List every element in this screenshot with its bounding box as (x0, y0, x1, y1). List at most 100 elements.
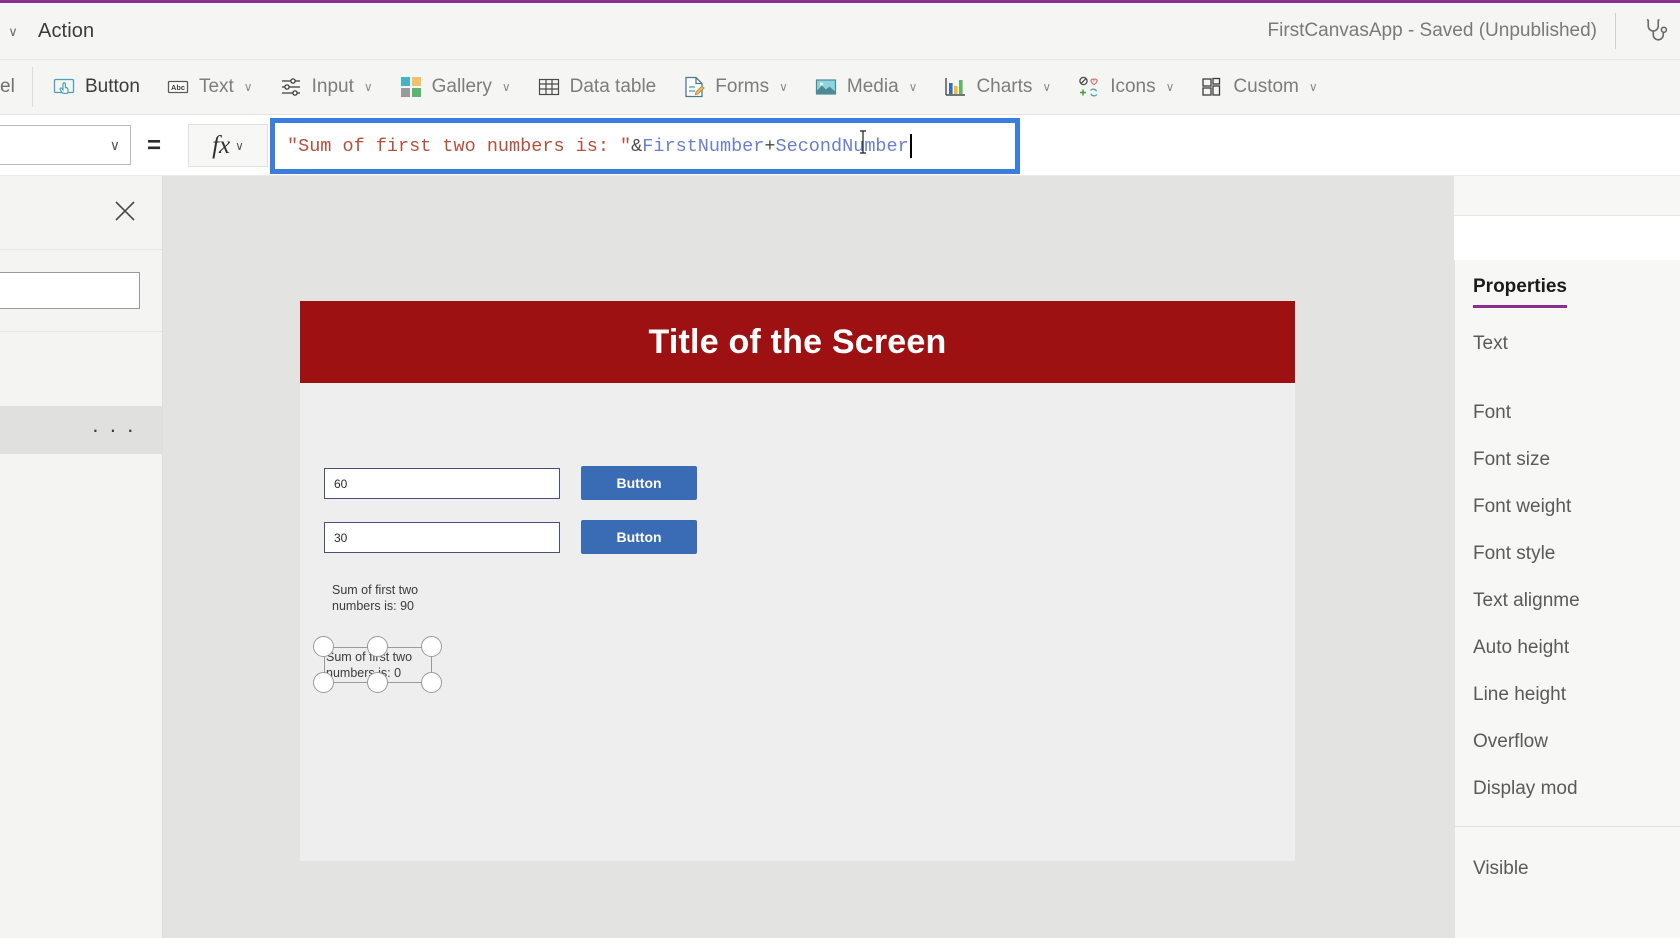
table-icon (537, 75, 561, 99)
properties-tabs: Properties (1455, 260, 1680, 308)
resize-handle-top-center[interactable] (367, 636, 388, 657)
resize-handle-bottom-right[interactable] (421, 672, 442, 693)
chevron-down-icon: ∨ (908, 80, 918, 94)
gallery-icon (399, 75, 423, 99)
first-button[interactable]: Button (581, 466, 697, 500)
ribbon-item-forms[interactable]: Forms ∨ (669, 69, 801, 105)
properties-list: Text Font Font size Font weight Font sty… (1455, 308, 1680, 892)
property-line-height[interactable]: Line height (1455, 671, 1680, 718)
property-font-weight[interactable]: Font weight (1455, 483, 1680, 530)
ribbon-item-gallery[interactable]: Gallery ∨ (386, 69, 524, 105)
property-text-alignment[interactable]: Text alignme (1455, 577, 1680, 624)
property-text[interactable]: Text (1455, 320, 1680, 367)
close-icon[interactable] (112, 198, 138, 224)
ribbon-item-charts[interactable]: Charts ∨ (930, 69, 1064, 105)
property-dropdown[interactable]: ∨ (0, 125, 131, 165)
ribbon-item-button[interactable]: Button (39, 69, 153, 105)
ribbon-item-text[interactable]: Abc Text ∨ (153, 69, 266, 105)
chevron-down-icon: ∨ (235, 138, 244, 153)
selected-label-control[interactable]: Sum of first two numbers is: 0 (313, 636, 442, 693)
ribbon-item-media[interactable]: Media ∨ (801, 69, 931, 105)
formula-token-second-number: SecondNumber (775, 135, 909, 157)
properties-panel: Properties Text Font Font size Font weig… (1454, 260, 1680, 938)
image-icon (814, 75, 838, 99)
command-bar: ∨ Action FirstCanvasApp - Saved (Unpubli… (0, 3, 1680, 60)
ribbon-label: Gallery (431, 76, 492, 97)
ribbon-label: Media (846, 76, 899, 97)
divider (1615, 13, 1616, 49)
sum-result-line1: Sum of first two (332, 583, 419, 597)
ribbon-label: Button (85, 76, 140, 97)
ribbon-label: Custom (1233, 76, 1299, 97)
tab-properties[interactable]: Properties (1473, 276, 1567, 308)
icons-icon (1077, 75, 1101, 99)
form-icon (682, 75, 706, 99)
equals-sign: = (147, 131, 162, 159)
second-button[interactable]: Button (581, 520, 697, 554)
resize-handle-bottom-left[interactable] (313, 672, 334, 693)
property-font-style[interactable]: Font style (1455, 530, 1680, 577)
tree-search-row (0, 250, 162, 332)
action-menu[interactable]: Action (38, 20, 94, 43)
ribbon-item-data-table[interactable]: Data table (524, 69, 670, 105)
ribbon-label: Forms (715, 76, 770, 97)
second-number-value: 30 (334, 530, 348, 545)
tree-view-panel: · · · (0, 176, 163, 938)
app-title-status: FirstCanvasApp - Saved (Unpublished) (1267, 20, 1598, 41)
screen-title-label[interactable]: Title of the Screen (300, 301, 1295, 383)
ribbon-label: Icons (1110, 76, 1156, 97)
powerapps-studio-window: ∨ Action FirstCanvasApp - Saved (Unpubli… (0, 0, 1680, 938)
first-number-value: 60 (334, 476, 348, 491)
app-screen-canvas[interactable]: Title of the Screen 60 Button 30 Button … (300, 301, 1295, 861)
resize-handle-top-left[interactable] (313, 636, 334, 657)
first-number-input[interactable]: 60 (324, 468, 560, 499)
fx-button[interactable]: fx ∨ (188, 124, 268, 167)
property-font-size[interactable]: Font size (1455, 436, 1680, 483)
formula-token-string: "Sum of first two numbers is: " (287, 135, 632, 157)
bar-chart-icon (943, 75, 967, 99)
more-options-icon[interactable]: · · · (92, 418, 136, 440)
property-overflow[interactable]: Overflow (1455, 718, 1680, 765)
ribbon-item-icons[interactable]: Icons ∨ (1064, 69, 1187, 105)
command-bar-right: FirstCanvasApp - Saved (Unpublished) (1268, 3, 1680, 59)
formula-token-ampersand: & (631, 135, 643, 157)
property-visible[interactable]: Visible (1455, 845, 1680, 892)
property-auto-height[interactable]: Auto height (1455, 624, 1680, 671)
chevron-down-icon: ∨ (1308, 80, 1318, 94)
insert-ribbon: el Button Abc Text ∨ Input ∨ Gallery ∨ D… (0, 60, 1680, 115)
ribbon-item-custom[interactable]: Custom ∨ (1187, 69, 1330, 105)
resize-handle-top-right[interactable] (421, 636, 442, 657)
button-icon (52, 75, 76, 99)
formula-token-plus: + (764, 135, 776, 157)
chevron-down-icon: ∨ (363, 80, 373, 94)
chevron-down-icon: ∨ (109, 136, 120, 153)
overflow-caret-icon[interactable]: ∨ (2, 25, 24, 38)
svg-text:Abc: Abc (171, 83, 185, 92)
ribbon-label: Data table (569, 76, 657, 97)
tree-item-selected[interactable]: · · · (0, 406, 162, 454)
resize-handle-bottom-center[interactable] (367, 672, 388, 693)
second-number-input[interactable]: 30 (324, 522, 560, 553)
search-input[interactable] (0, 272, 140, 309)
ribbon-label: Text (198, 76, 234, 97)
chevron-down-icon: ∨ (779, 80, 788, 94)
formula-token-first-number: FirstNumber (642, 135, 765, 157)
text-caret (909, 134, 912, 158)
ribbon-item-input[interactable]: Input ∨ (266, 69, 386, 105)
divider (1455, 826, 1680, 827)
property-font[interactable]: Font (1455, 389, 1680, 436)
formula-editor-focus-ring: "Sum of first two numbers is: " & FirstN… (270, 118, 1020, 174)
canvas-workspace: Title of the Screen 60 Button 30 Button … (163, 176, 1454, 938)
sliders-icon (279, 75, 303, 99)
app-checker-icon[interactable] (1634, 16, 1680, 46)
custom-icon (1200, 75, 1224, 99)
chevron-down-icon: ∨ (243, 80, 253, 94)
formula-input[interactable]: "Sum of first two numbers is: " & FirstN… (275, 123, 1015, 169)
divider (32, 67, 33, 107)
ribbon-clipped-item[interactable]: el (0, 76, 22, 98)
ribbon-label: Charts (976, 76, 1033, 97)
chevron-down-icon: ∨ (1165, 80, 1175, 94)
sum-result-label[interactable]: Sum of first two numbers is: 90 (332, 583, 418, 614)
property-display-mode[interactable]: Display mod (1455, 765, 1680, 812)
fx-icon: fx (212, 131, 231, 159)
